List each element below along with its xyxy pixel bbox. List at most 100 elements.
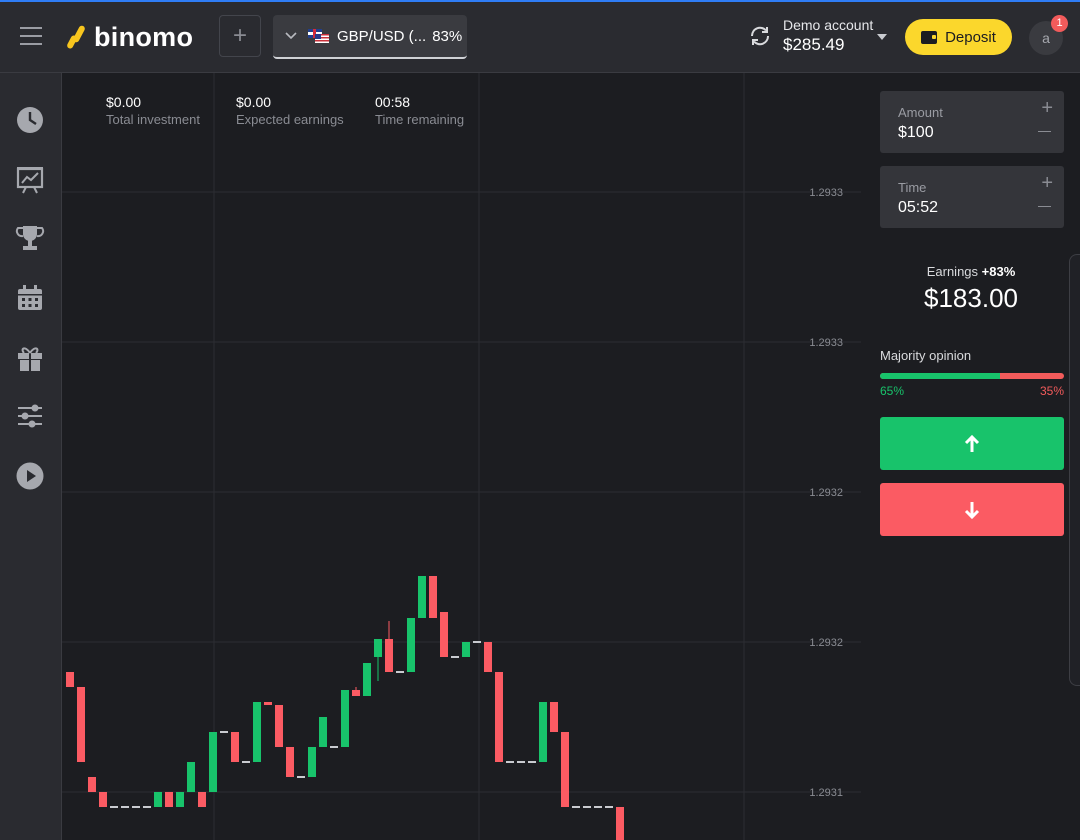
candle-down (440, 612, 448, 657)
candle-down (286, 747, 294, 777)
candle-up (308, 747, 316, 777)
earnings-percent: +83% (981, 264, 1016, 279)
stat-total-investment: $0.00 Total investment (106, 93, 200, 129)
time-label: Time (898, 180, 927, 195)
candle-down (484, 642, 492, 672)
logo-mark-icon (66, 23, 88, 51)
candle-up (418, 576, 426, 618)
hamburger-icon[interactable] (20, 27, 42, 45)
account-type: Demo account (783, 17, 874, 33)
account-balance: $285.49 (783, 35, 845, 54)
majority-down-percent: 35% (1039, 384, 1064, 398)
side-drawer-handle[interactable] (1069, 254, 1080, 686)
amount-value[interactable]: $100 (898, 124, 934, 142)
candle-down (88, 777, 96, 792)
stat-label: Expected earnings (236, 112, 344, 127)
deposit-label: Deposit (945, 28, 996, 46)
candle-down (429, 576, 437, 618)
candle-up (363, 663, 371, 696)
candle-down (616, 807, 624, 840)
stat-value: 00:58 (375, 94, 411, 110)
asset-name: GBP/USD (... (337, 27, 427, 45)
stat-label: Total investment (106, 112, 200, 127)
candle-up (253, 702, 261, 762)
gb-us-flag-icon (308, 29, 329, 43)
trophy-icon[interactable] (15, 223, 45, 253)
trade-down-button[interactable] (880, 483, 1064, 536)
candle-down (77, 687, 85, 762)
trade-up-button[interactable] (880, 417, 1064, 470)
refresh-balance-icon[interactable] (748, 24, 772, 48)
candlestick-chart: 1.2933 1.2933 1.2932 1.2932 1.2931 (62, 73, 861, 840)
logo-text: binomo (94, 21, 194, 52)
caret-down-icon[interactable] (877, 34, 887, 40)
asset-payout: 83% (432, 27, 463, 45)
stat-value: $0.00 (106, 94, 142, 110)
stat-expected-earnings: $0.00 Expected earnings (236, 93, 344, 129)
candle-down (66, 672, 74, 687)
candle-down (264, 702, 272, 705)
arrow-down-icon (964, 501, 980, 519)
play-icon[interactable] (15, 461, 45, 491)
candle-down (99, 792, 107, 807)
price-tick-label: 1.2932 (809, 637, 843, 649)
candle-down (561, 732, 569, 807)
sliders-icon[interactable] (15, 401, 45, 431)
stat-label: Time remaining (375, 112, 465, 127)
candle-down (231, 732, 239, 762)
top-bar: binomo + GBP/USD (... 83% Demo account $… (0, 2, 1080, 73)
amount-minus-icon[interactable] (1038, 131, 1051, 132)
majority-up-fill (880, 373, 1000, 379)
logo[interactable]: binomo (66, 20, 193, 54)
amount-plus-icon[interactable]: + (1041, 97, 1053, 120)
calendar-icon[interactable] (15, 283, 45, 313)
candle-up (187, 762, 195, 792)
trade-panel: Amount $100 + Time 05:52 + Earnings +83%… (862, 73, 1080, 840)
arrow-up-icon (964, 434, 980, 452)
candle-up (539, 702, 547, 762)
amount-label: Amount (898, 105, 943, 120)
candle-up (407, 618, 415, 672)
majority-up-percent: 65% (880, 384, 905, 398)
earnings-value: $183.00 (924, 283, 1018, 313)
candle-up (462, 642, 470, 657)
candle-down (275, 705, 283, 747)
chevron-down-icon (285, 29, 299, 43)
time-plus-icon[interactable]: + (1041, 172, 1053, 195)
candle-down (352, 690, 360, 696)
add-asset-button[interactable]: + (219, 15, 261, 57)
majority-opinion-bar (880, 373, 1064, 379)
candle-up (374, 639, 382, 657)
account-switcher[interactable]: Demo account $285.49 (783, 17, 873, 56)
earnings-label: Earnings +83% (862, 264, 1080, 279)
candle-up (209, 732, 217, 792)
amount-field[interactable]: Amount $100 + (880, 91, 1064, 153)
earnings-text: Earnings (926, 264, 979, 279)
price-tick-label: 1.2931 (809, 787, 843, 799)
asset-selector[interactable]: GBP/USD (... 83% (273, 15, 467, 59)
price-tick-label: 1.2933 (809, 337, 843, 349)
candle-up (176, 792, 184, 807)
stat-value: $0.00 (236, 94, 272, 110)
price-tick-label: 1.2932 (809, 487, 843, 499)
price-tick-label: 1.2933 (809, 187, 843, 199)
time-value[interactable]: 05:52 (898, 199, 938, 217)
time-minus-icon[interactable] (1038, 206, 1051, 207)
price-chart[interactable]: 1.2933 1.2933 1.2932 1.2932 1.2931 $0.00 Tot… (62, 73, 861, 840)
time-field[interactable]: Time 05:52 + (880, 166, 1064, 228)
stat-time-remaining: 00:58 Time remaining (375, 93, 464, 129)
gift-icon[interactable] (15, 343, 45, 373)
candle-down (165, 792, 173, 807)
majority-opinion-label: Majority opinion (880, 348, 972, 363)
deposit-button[interactable]: Deposit (905, 19, 1012, 55)
notification-badge: 1 (1051, 15, 1068, 32)
chart-board-icon[interactable] (15, 165, 45, 195)
clock-icon[interactable] (15, 105, 45, 135)
candle-up (154, 792, 162, 807)
candle-down (385, 639, 393, 672)
candle-down (550, 702, 558, 732)
candle-down (198, 792, 206, 807)
candle-up (319, 717, 327, 747)
sidebar (0, 73, 62, 840)
candle-up (341, 690, 349, 747)
